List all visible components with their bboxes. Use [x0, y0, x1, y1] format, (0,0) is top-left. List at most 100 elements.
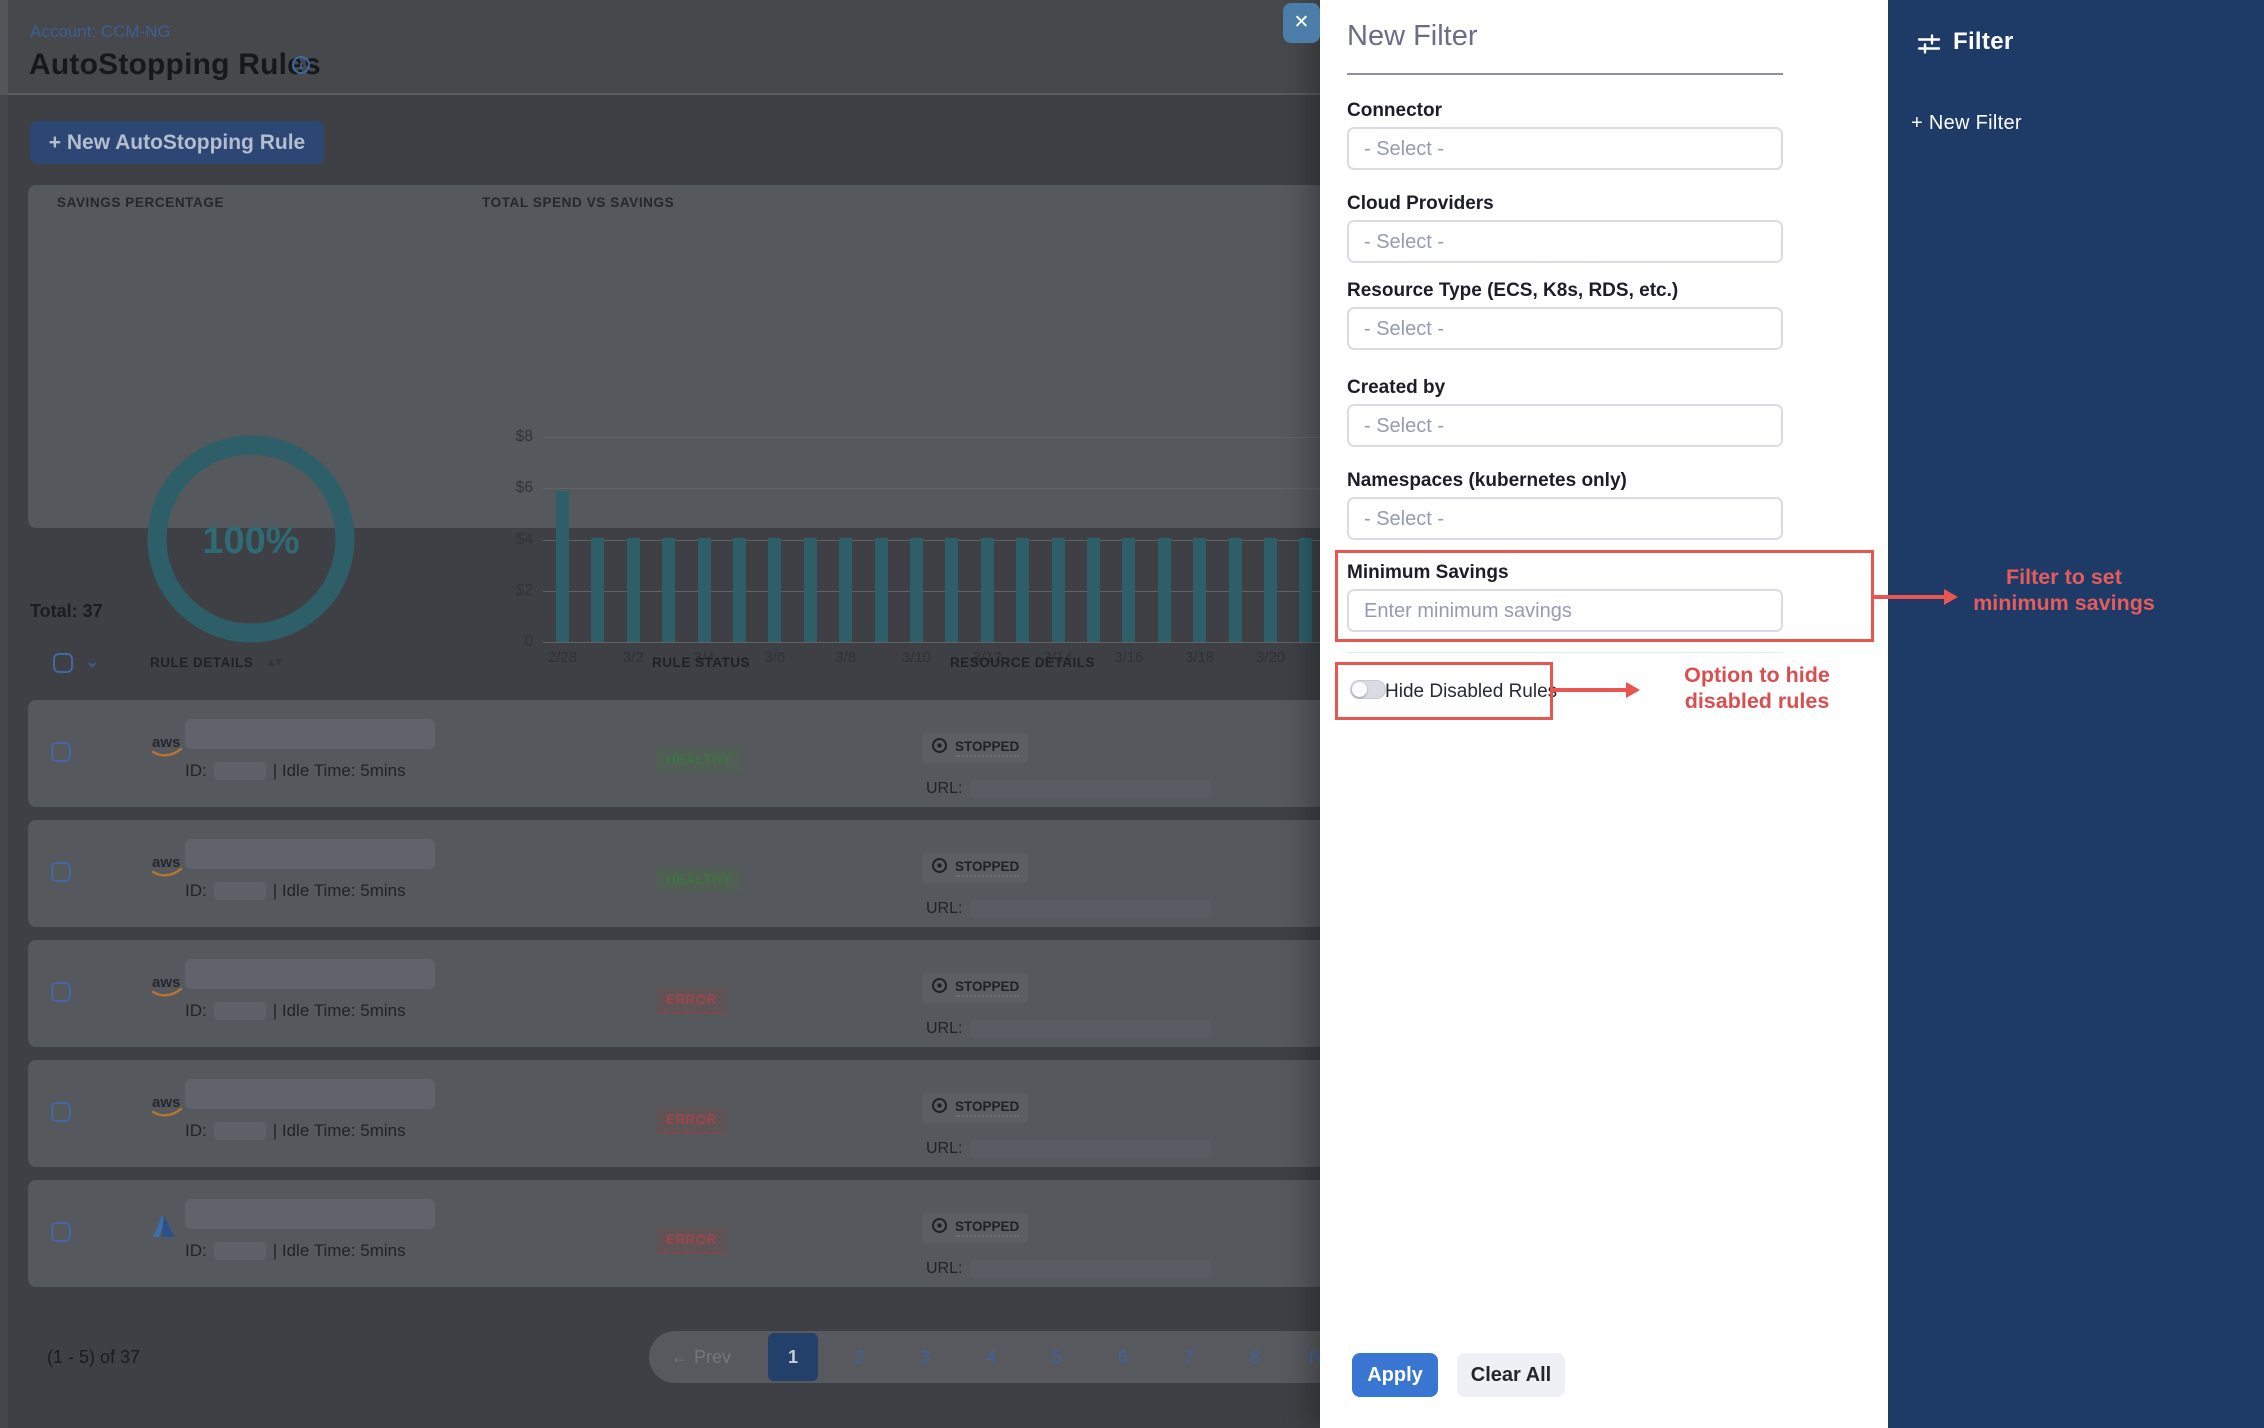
select-field-4[interactable]: - Select -	[1347, 497, 1783, 540]
table-row[interactable]: awsID:| Idle Time: 5minsHEALTHYSTOPPEDUR…	[28, 820, 1340, 927]
table-row[interactable]: aws ID:| Idle Time: 5mins ERROR STOPPED URL:	[28, 940, 1340, 1047]
aws-icon: aws	[149, 972, 185, 1002]
resource-state-chip[interactable]: STOPPED	[922, 973, 1028, 1003]
filter-sidebar: Filter + New Filter	[1888, 0, 2264, 1428]
info-icon[interactable]: i	[292, 56, 310, 74]
spend-bar	[1299, 538, 1312, 642]
rule-status-badge: ERROR	[656, 1107, 727, 1134]
field-label-3: Created by	[1347, 377, 1445, 399]
svg-text:aws: aws	[152, 974, 180, 991]
id-label: ID:	[185, 881, 207, 901]
col-rule-details[interactable]: RULE DETAILS	[150, 655, 253, 670]
rule-status-badge: HEALTHY	[656, 867, 742, 892]
rule-name-redacted	[185, 959, 435, 989]
spend-bar	[591, 538, 604, 642]
page-button-6[interactable]: 6	[1090, 1331, 1156, 1383]
table-row[interactable]: awsID:| Idle Time: 5minsERRORSTOPPEDURL:	[28, 1060, 1340, 1167]
rule-status-badge: ERROR	[656, 987, 727, 1014]
new-autostopping-rule-button[interactable]: + New AutoStopping Rule	[30, 121, 324, 164]
stopped-label: STOPPED	[955, 979, 1019, 997]
page-button-8[interactable]: 8	[1222, 1331, 1288, 1383]
page-button-5[interactable]: 5	[1024, 1331, 1090, 1383]
spend-bar	[1158, 538, 1171, 642]
url-label: URL:	[926, 1140, 962, 1158]
rule-name-redacted	[185, 1199, 435, 1229]
page-button-3[interactable]: 3	[892, 1331, 958, 1383]
stopped-label: STOPPED	[955, 1219, 1019, 1237]
select-field-0[interactable]: - Select -	[1347, 127, 1783, 170]
spend-bar	[839, 538, 852, 642]
clear-all-button[interactable]: Clear All	[1457, 1353, 1565, 1397]
rule-id-line: ID:| Idle Time: 5mins	[185, 881, 406, 901]
spend-bar	[910, 538, 923, 642]
page-button-7[interactable]: 7	[1156, 1331, 1222, 1383]
select-field-3[interactable]: - Select -	[1347, 404, 1783, 447]
close-icon[interactable]: ✕	[1283, 3, 1320, 43]
stopped-icon	[931, 977, 948, 999]
rule-status-badge: HEALTHY	[656, 747, 742, 772]
field-label-0: Connector	[1347, 100, 1442, 122]
url-value-redacted	[970, 900, 1210, 918]
url-line: URL:	[926, 1260, 1210, 1278]
resource-state-chip[interactable]: STOPPED	[922, 733, 1028, 763]
idle-time-label: | Idle Time: 5mins	[273, 1241, 406, 1261]
select-all-checkbox[interactable]	[53, 653, 73, 673]
spend-bar	[804, 538, 817, 642]
apply-button[interactable]: Apply	[1352, 1353, 1438, 1397]
table-row[interactable]: ID:| Idle Time: 5minsERRORSTOPPEDURL:	[28, 1180, 1340, 1287]
url-label: URL:	[926, 780, 962, 798]
annotation-text-hide-disabled: Option to hidedisabled rules	[1650, 662, 1864, 714]
page-button-4[interactable]: 4	[958, 1331, 1024, 1383]
table-row[interactable]: awsID:| Idle Time: 5minsHEALTHYSTOPPEDUR…	[28, 700, 1340, 807]
url-value-redacted	[970, 780, 1210, 798]
annotation-text-minimum-savings: Filter to setminimum savings	[1950, 564, 2178, 616]
row-checkbox[interactable]	[51, 862, 71, 882]
rule-name-redacted	[185, 719, 435, 749]
row-checkbox[interactable]	[51, 982, 71, 1002]
id-value-redacted	[214, 1002, 266, 1020]
id-value-redacted	[214, 1122, 266, 1140]
chevron-down-icon[interactable]: ⌄	[85, 652, 99, 672]
resource-state-chip[interactable]: STOPPED	[922, 853, 1028, 883]
rule-id-line: ID:| Idle Time: 5mins	[185, 1001, 406, 1021]
rule-name-redacted	[185, 839, 435, 869]
spend-bar	[662, 538, 675, 642]
y-axis-tick: $8	[483, 428, 533, 446]
filter-name-input[interactable]: New Filter	[1347, 20, 1478, 53]
gridline	[543, 642, 1368, 643]
select-field-1[interactable]: - Select -	[1347, 220, 1783, 263]
sidebar-new-filter-button[interactable]: + New Filter	[1911, 112, 2022, 135]
prev-page-button[interactable]: ← Prev	[671, 1331, 731, 1383]
spend-bar	[981, 538, 994, 642]
gridline	[543, 437, 1368, 438]
url-line: URL:	[926, 900, 1210, 918]
spend-bar	[1122, 538, 1135, 642]
resource-state-chip[interactable]: STOPPED	[922, 1213, 1028, 1243]
spend-bar	[875, 538, 888, 642]
select-field-2[interactable]: - Select -	[1347, 307, 1783, 350]
y-axis-tick: $2	[483, 582, 533, 600]
rule-id-line: ID:| Idle Time: 5mins	[185, 1241, 406, 1261]
rule-name-redacted	[185, 1079, 435, 1109]
spend-bar	[1264, 538, 1277, 642]
page-button-2[interactable]: 2	[826, 1331, 892, 1383]
row-checkbox[interactable]	[51, 1102, 71, 1122]
account-breadcrumb[interactable]: Account: CCM-NG	[30, 22, 171, 42]
resource-state-chip[interactable]: STOPPED	[922, 1093, 1028, 1123]
idle-time-label: | Idle Time: 5mins	[273, 1121, 406, 1141]
row-checkbox[interactable]	[51, 742, 71, 762]
field-label-4: Namespaces (kubernetes only)	[1347, 470, 1627, 492]
spend-bar	[556, 491, 569, 642]
row-checkbox[interactable]	[51, 1222, 71, 1242]
spend-bar	[698, 538, 711, 642]
spend-bar	[627, 538, 640, 642]
id-value-redacted	[214, 762, 266, 780]
url-label: URL:	[926, 1020, 962, 1038]
autostopping-rules-screen: Account: CCM-NG AutoStopping Rules i + N…	[0, 0, 2264, 1428]
page-button-1[interactable]: 1	[768, 1333, 818, 1381]
annotation-arrow-hide-disabled	[1553, 688, 1626, 692]
idle-time-label: | Idle Time: 5mins	[273, 761, 406, 781]
sort-icon[interactable]: ▴▾	[268, 653, 282, 670]
url-line: URL:	[926, 1140, 1210, 1158]
idle-time-label: | Idle Time: 5mins	[273, 1001, 406, 1021]
